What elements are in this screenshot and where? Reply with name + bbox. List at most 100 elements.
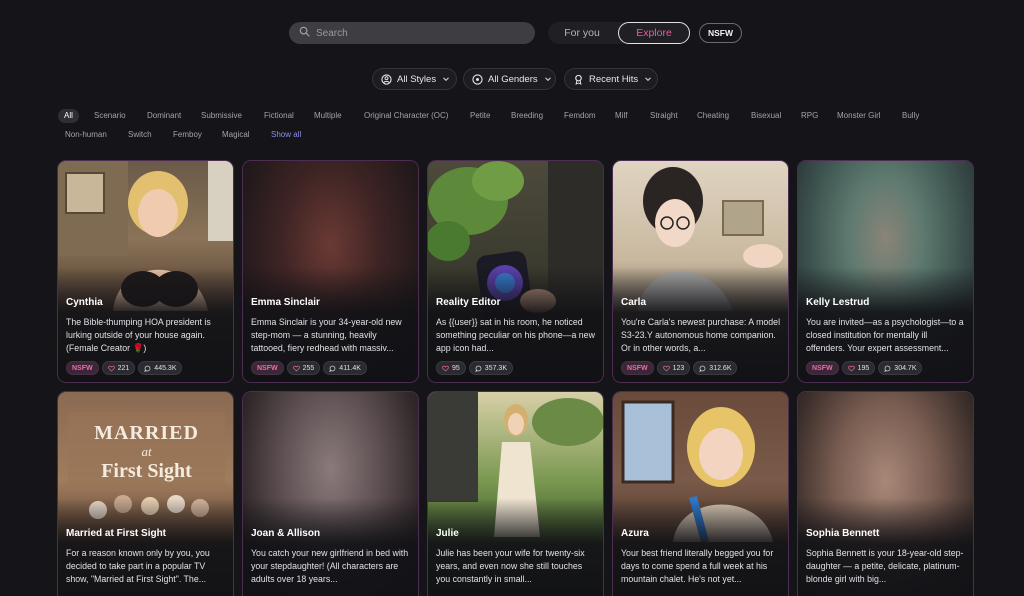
likes-count: 221 <box>101 361 136 375</box>
gender-filter-label: All Genders <box>488 73 538 85</box>
character-name: Emma Sinclair <box>251 297 320 308</box>
tag-scenario[interactable]: Scenario <box>94 109 126 123</box>
character-card[interactable]: Julie Julie has been your wife for twent… <box>427 391 604 596</box>
tag-petite[interactable]: Petite <box>470 109 490 123</box>
tag-original-character[interactable]: Original Character (OC) <box>364 109 448 123</box>
search-bar[interactable] <box>289 22 535 44</box>
chats-value: 304.7K <box>894 364 917 372</box>
chats-count: 312.6K <box>693 361 738 375</box>
tag-straight[interactable]: Straight <box>650 109 678 123</box>
character-card[interactable]: Kelly Lestrud You are invited—as a psych… <box>797 160 974 383</box>
character-name: Julie <box>436 528 459 539</box>
search-icon <box>299 24 310 42</box>
show-all-tags-link[interactable]: Show all <box>271 128 301 142</box>
likes-value: 123 <box>672 364 685 372</box>
feed-tabs: For you Explore <box>548 22 690 44</box>
character-card[interactable]: Azura Your best friend literally begged … <box>612 391 789 596</box>
character-card[interactable]: Emma Sinclair Emma Sinclair is your 34-y… <box>242 160 419 383</box>
character-card[interactable]: Cynthia The Bible-thumping HOA president… <box>57 160 234 383</box>
gender-filter-dropdown[interactable]: All Genders <box>463 68 556 90</box>
chats-value: 445.3K <box>154 364 177 372</box>
gender-icon <box>472 73 483 85</box>
tag-bully[interactable]: Bully <box>902 109 919 123</box>
heart-icon <box>292 365 300 372</box>
chats-count: 411.4K <box>323 361 367 375</box>
likes-count: 123 <box>656 361 691 375</box>
tag-bisexual[interactable]: Bisexual <box>751 109 781 123</box>
tag-dominant[interactable]: Dominant <box>147 109 181 123</box>
character-card[interactable]: Reality Editor As {{user}} sat in his ro… <box>427 160 604 383</box>
sort-filter-dropdown[interactable]: Recent Hits <box>564 68 658 90</box>
chats-value: 312.6K <box>709 364 732 372</box>
image-text-line: at <box>141 444 152 459</box>
card-stats: NSFW 195 304.7K <box>806 361 923 375</box>
tag-rpg[interactable]: RPG <box>801 109 818 123</box>
tag-submissive[interactable]: Submissive <box>201 109 242 123</box>
card-stats: NSFW 123 312.6K <box>621 361 738 375</box>
style-filter-dropdown[interactable]: All Styles <box>372 68 457 90</box>
chat-bubble-icon <box>329 365 336 372</box>
character-description: Emma Sinclair is your 34-year-old new st… <box>251 317 402 353</box>
chevron-down-icon <box>645 77 651 82</box>
character-description: Sophia Bennett is your 18-year-old step-… <box>806 548 964 584</box>
chat-bubble-icon <box>474 365 482 372</box>
tab-for-you[interactable]: For you <box>548 22 616 44</box>
character-description: For a reason known only by you, you deci… <box>66 548 210 584</box>
medal-icon <box>575 74 582 85</box>
image-text-line: First Sight <box>101 460 192 482</box>
heart-icon <box>442 365 449 372</box>
likes-value: 221 <box>117 364 130 372</box>
nsfw-toggle-button[interactable]: NSFW <box>699 23 742 43</box>
tag-cheating[interactable]: Cheating <box>697 109 729 123</box>
heart-icon <box>662 365 670 372</box>
likes-count: 95 <box>436 361 466 375</box>
card-stats: NSFW 221 445.3K <box>66 361 183 375</box>
tag-non-human[interactable]: Non-human <box>65 128 107 142</box>
nsfw-badge: NSFW <box>806 361 839 375</box>
chat-bubble-icon <box>699 365 706 372</box>
tag-femboy[interactable]: Femboy <box>173 128 202 142</box>
heart-icon <box>847 365 855 372</box>
character-card[interactable]: Sophia Bennett Sophia Bennett is your 18… <box>797 391 974 596</box>
chats-value: 411.4K <box>339 364 361 372</box>
chat-bubble-icon <box>144 365 151 372</box>
character-description: Your best friend literally begged you fo… <box>621 548 774 584</box>
character-description: The Bible-thumping HOA president is lurk… <box>66 317 211 353</box>
image-text-line: MARRIED <box>94 422 199 444</box>
nsfw-badge: NSFW <box>66 361 99 375</box>
character-description: You catch your new girlfriend in bed wit… <box>251 548 409 584</box>
character-name: Azura <box>621 528 649 539</box>
likes-value: 195 <box>857 364 870 372</box>
character-name: Reality Editor <box>436 297 501 308</box>
chats-count: 357.3K <box>468 361 513 375</box>
character-card[interactable]: MARRIED at First Sight Married at First … <box>57 391 234 596</box>
card-stats: NSFW 255 411.4K <box>251 361 367 375</box>
character-card[interactable]: Joan & Allison You catch your new girlfr… <box>242 391 419 596</box>
character-description: Julie has been your wife for twenty-six … <box>436 548 585 584</box>
character-description: You're Carla's newest purchase: A model … <box>621 317 781 353</box>
character-card[interactable]: Carla You're Carla's newest purchase: A … <box>612 160 789 383</box>
character-description: As {{user}} sat in his room, he noticed … <box>436 317 595 353</box>
nsfw-badge: NSFW <box>251 361 284 375</box>
tab-explore[interactable]: Explore <box>618 22 690 44</box>
tag-switch[interactable]: Switch <box>128 128 152 142</box>
search-input[interactable] <box>316 27 516 39</box>
tag-magical[interactable]: Magical <box>222 128 250 142</box>
likes-count: 195 <box>841 361 876 375</box>
card-stats: 95 357.3K <box>436 361 513 375</box>
character-name: Kelly Lestrud <box>806 297 870 308</box>
sort-filter-label: Recent Hits <box>589 73 639 85</box>
heart-icon <box>107 365 115 372</box>
character-name: Sophia Bennett <box>806 528 880 539</box>
likes-count: 255 <box>286 361 321 375</box>
tag-milf[interactable]: Milf <box>615 109 627 123</box>
tag-fictional[interactable]: Fictional <box>264 109 294 123</box>
palette-icon <box>381 73 392 85</box>
style-filter-label: All Styles <box>397 73 437 85</box>
tag-femdom[interactable]: Femdom <box>564 109 596 123</box>
tag-multiple[interactable]: Multiple <box>314 109 342 123</box>
tag-all[interactable]: All <box>58 109 79 123</box>
likes-value: 95 <box>452 364 460 372</box>
tag-breeding[interactable]: Breeding <box>511 109 543 123</box>
tag-monster-girl[interactable]: Monster Girl <box>837 109 881 123</box>
